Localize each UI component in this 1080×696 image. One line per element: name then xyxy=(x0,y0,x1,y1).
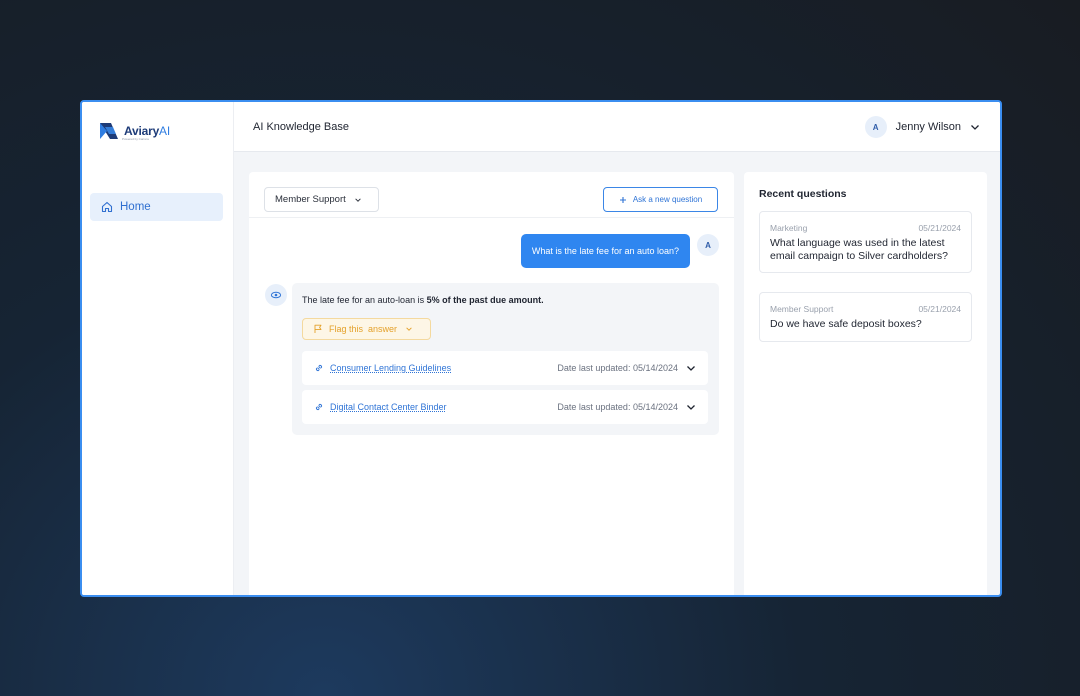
avatar: A xyxy=(864,116,887,138)
ask-new-question-label: Ask a new question xyxy=(632,195,703,204)
recent-question-card[interactable]: Marketing 05/21/2024 What language was u… xyxy=(759,211,972,273)
recent-questions-title: Recent questions xyxy=(759,188,847,200)
logo-mark-icon xyxy=(100,123,118,139)
answer-prefix: The late fee for an auto-loan is xyxy=(302,295,427,305)
top-bar: AI Knowledge Base A Jenny Wilson xyxy=(234,102,1000,152)
source-item[interactable]: Consumer Lending Guidelines Date last up… xyxy=(302,351,708,385)
flag-answer-button[interactable]: Flag this answer xyxy=(302,318,431,340)
user-message-bubble: What is the late fee for an auto loan? xyxy=(520,234,690,268)
flag-icon xyxy=(313,324,323,334)
ask-new-question-button[interactable]: Ask a new question xyxy=(603,187,718,212)
logo-suffix: AI xyxy=(159,124,170,138)
source-date: Date last updated: 05/14/2024 xyxy=(557,402,678,412)
department-select[interactable]: Member Support xyxy=(264,187,379,212)
chevron-down-icon[interactable] xyxy=(686,363,696,373)
source-title: Consumer Lending Guidelines xyxy=(330,363,452,373)
source-title: Digital Contact Center Binder xyxy=(330,402,447,412)
message-avatar: A xyxy=(697,234,719,256)
sidebar-item-home[interactable]: Home xyxy=(90,193,223,221)
chat-panel: Member Support Ask a new question What i… xyxy=(249,172,734,595)
answer-highlight: 5% of the past due amount. xyxy=(426,295,544,305)
department-select-value: Member Support xyxy=(275,194,346,205)
chat-panel-header: Member Support Ask a new question xyxy=(249,172,734,218)
recent-question-text: Do we have safe deposit boxes? xyxy=(770,318,922,330)
recent-question-category: Member Support xyxy=(770,304,834,314)
chevron-down-icon xyxy=(354,196,362,204)
source-link[interactable]: Consumer Lending Guidelines xyxy=(314,363,451,373)
user-menu[interactable]: A Jenny Wilson xyxy=(864,116,980,138)
logo[interactable]: AviaryAI Powered by Carrera xyxy=(99,122,170,141)
sidebar-item-label: Home xyxy=(120,201,151,213)
user-name: Jenny Wilson xyxy=(895,121,961,133)
ai-answer-card: The late fee for an auto-loan is 5% of t… xyxy=(292,283,719,435)
recent-questions-panel: Recent questions Marketing 05/21/2024 Wh… xyxy=(744,172,987,595)
answer-text: The late fee for an auto-loan is 5% of t… xyxy=(302,295,544,305)
chevron-down-icon[interactable] xyxy=(970,122,980,132)
sidebar: AviaryAI Powered by Carrera Home xyxy=(82,102,234,595)
app-window: AviaryAI Powered by Carrera Home AI Know… xyxy=(80,100,1002,597)
link-icon xyxy=(314,363,324,373)
page-title: AI Knowledge Base xyxy=(253,121,350,133)
recent-question-date: 05/21/2024 xyxy=(918,223,961,233)
ai-eye-icon xyxy=(265,284,287,306)
recent-question-card[interactable]: Member Support 05/21/2024 Do we have saf… xyxy=(759,292,972,342)
recent-question-meta: Marketing 05/21/2024 xyxy=(760,212,971,233)
recent-question-meta: Member Support 05/21/2024 xyxy=(760,293,971,314)
source-date: Date last updated: 05/14/2024 xyxy=(557,363,678,373)
logo-text: AviaryAI xyxy=(124,124,170,138)
recent-question-category: Marketing xyxy=(770,223,808,233)
logo-name: Aviary xyxy=(124,124,160,138)
home-icon xyxy=(101,201,113,213)
recent-question-text: What language was used in the latest ema… xyxy=(770,237,949,262)
flag-answer-label: Flag this answer xyxy=(329,324,398,334)
plus-icon xyxy=(619,196,627,204)
link-icon xyxy=(314,402,324,412)
chevron-down-icon xyxy=(405,325,413,333)
source-item[interactable]: Digital Contact Center Binder Date last … xyxy=(302,390,708,424)
recent-question-date: 05/21/2024 xyxy=(918,304,961,314)
source-link[interactable]: Digital Contact Center Binder xyxy=(314,402,447,412)
logo-subtitle: Powered by Carrera xyxy=(122,137,149,141)
chevron-down-icon[interactable] xyxy=(686,402,696,412)
